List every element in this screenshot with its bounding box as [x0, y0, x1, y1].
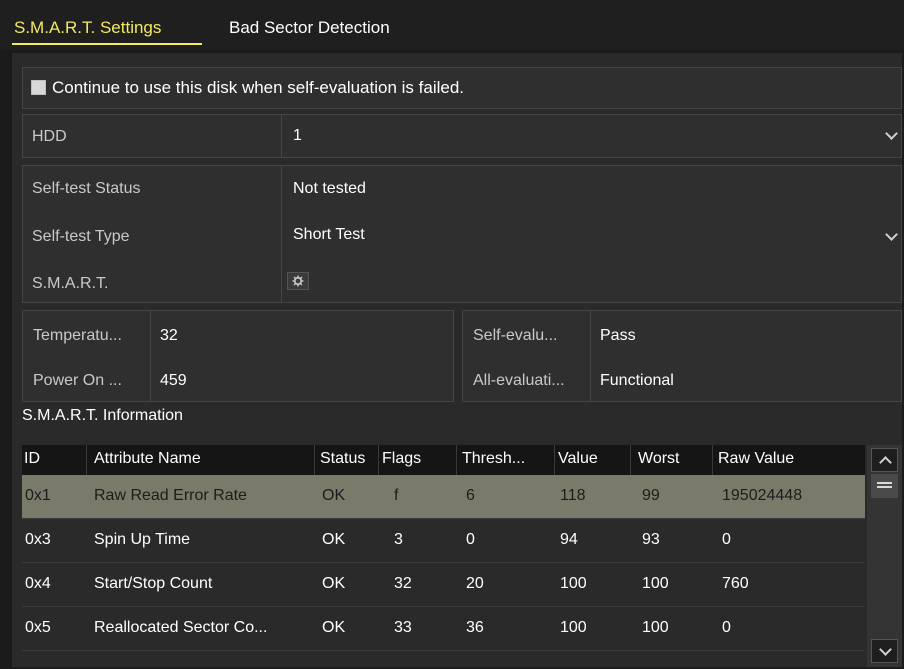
table-row[interactable]: 0x4 Start/Stop Count OK 32 20 100 100 76… [22, 563, 865, 607]
self-test-type-label: Self-test Type [32, 228, 130, 245]
cell-attribute-name: Start/Stop Count [94, 575, 213, 592]
tab-bad-sector-detection[interactable]: Bad Sector Detection [229, 18, 390, 38]
status-block-right: Self-evalu... Pass All-evaluati... Funct… [462, 310, 902, 402]
cell-worst: 99 [642, 487, 660, 504]
cell-threshold: 6 [466, 487, 475, 504]
cell-id: 0x1 [25, 487, 51, 504]
cell-raw-value: 195024448 [722, 487, 803, 504]
cell-status: OK [322, 575, 346, 592]
cell-flags: 3 [394, 531, 403, 548]
power-on-value: 459 [160, 372, 187, 389]
tab-smart-settings[interactable]: S.M.A.R.T. Settings [14, 18, 161, 38]
cell-attribute-name: Spin Up Time [94, 531, 191, 548]
cell-flags: 32 [394, 575, 412, 592]
cell-worst: 100 [642, 575, 669, 592]
column-divider[interactable] [554, 445, 555, 475]
divider [281, 166, 282, 302]
self-test-block: Self-test Status Not tested Self-test Ty… [22, 165, 902, 303]
scroll-up-button[interactable] [871, 448, 898, 472]
scroll-down-button[interactable] [871, 639, 898, 663]
column-divider[interactable] [314, 445, 315, 475]
temperature-label: Temperatu... [33, 327, 122, 344]
column-header-status[interactable]: Status [320, 450, 365, 468]
self-test-status-value: Not tested [293, 180, 366, 197]
cell-attribute-name: Reallocated Sector Co... [94, 619, 268, 636]
cell-value: 94 [560, 531, 578, 548]
smart-information-title: S.M.A.R.T. Information [22, 407, 183, 424]
smart-label: S.M.A.R.T. [32, 275, 109, 292]
cell-threshold: 20 [466, 575, 484, 592]
divider [281, 115, 282, 157]
cell-flags: 33 [394, 619, 412, 636]
column-divider[interactable] [456, 445, 457, 475]
column-header-threshold[interactable]: Thresh... [462, 450, 525, 468]
cell-raw-value: 760 [722, 575, 749, 592]
hdd-row: HDD 1 [22, 114, 902, 158]
table-row[interactable]: 0x5 Reallocated Sector Co... OK 33 36 10… [22, 607, 865, 651]
self-test-status-label: Self-test Status [32, 180, 141, 197]
cell-threshold: 0 [466, 531, 475, 548]
status-block-left: Temperatu... 32 Power On ... 459 [22, 310, 454, 402]
chevron-down-icon[interactable] [885, 127, 898, 140]
column-divider[interactable] [630, 445, 631, 475]
chevron-up-icon [879, 456, 892, 469]
chevron-down-icon [879, 643, 892, 656]
cell-worst: 100 [642, 619, 669, 636]
hdd-label: HDD [32, 128, 67, 145]
cell-status: OK [322, 531, 346, 548]
smart-information-table: ID Attribute Name Status Flags Thresh...… [22, 445, 865, 667]
cell-id: 0x4 [25, 575, 51, 592]
self-evaluation-label: Self-evalu... [473, 327, 558, 344]
continue-checkbox[interactable] [31, 80, 46, 95]
table-row[interactable]: 0x3 Spin Up Time OK 3 0 94 93 0 [22, 519, 865, 563]
hdd-select[interactable]: 1 [293, 127, 302, 145]
divider [590, 311, 591, 401]
table-row[interactable]: 0x1 Raw Read Error Rate OK f 6 118 99 19… [22, 475, 865, 519]
cell-raw-value: 0 [722, 619, 731, 636]
chevron-down-icon[interactable] [885, 228, 898, 241]
cell-flags: f [394, 487, 399, 504]
column-header-attribute-name[interactable]: Attribute Name [94, 450, 201, 468]
cell-id: 0x5 [25, 619, 51, 636]
cell-status: OK [322, 487, 346, 504]
column-divider[interactable] [86, 445, 87, 475]
column-header-value[interactable]: Value [558, 450, 598, 468]
self-evaluation-value: Pass [600, 327, 636, 344]
column-header-id[interactable]: ID [24, 450, 40, 468]
cell-id: 0x3 [25, 531, 51, 548]
gear-icon [292, 275, 304, 287]
cell-value: 100 [560, 575, 587, 592]
divider [150, 311, 151, 401]
cell-status: OK [322, 619, 346, 636]
continue-option-row: Continue to use this disk when self-eval… [22, 67, 902, 109]
column-header-flags[interactable]: Flags [382, 450, 421, 468]
all-evaluation-label: All-evaluati... [473, 372, 565, 389]
column-divider[interactable] [378, 445, 379, 475]
all-evaluation-value: Functional [600, 372, 674, 389]
cell-worst: 93 [642, 531, 660, 548]
cell-raw-value: 0 [722, 531, 731, 548]
cell-value: 100 [560, 619, 587, 636]
continue-option-label: Continue to use this disk when self-eval… [52, 78, 465, 97]
tab-bar: S.M.A.R.T. Settings Bad Sector Detection [0, 0, 904, 50]
smart-test-button[interactable] [287, 272, 309, 290]
column-header-worst[interactable]: Worst [638, 450, 679, 468]
column-divider[interactable] [712, 445, 713, 475]
cell-threshold: 36 [466, 619, 484, 636]
cell-value: 118 [560, 487, 586, 504]
column-header-raw-value[interactable]: Raw Value [718, 450, 794, 468]
power-on-label: Power On ... [33, 372, 122, 389]
table-header: ID Attribute Name Status Flags Thresh...… [22, 445, 865, 476]
self-test-type-select[interactable]: Short Test [293, 226, 365, 244]
cell-attribute-name: Raw Read Error Rate [94, 487, 247, 504]
table-scrollbar[interactable] [867, 445, 902, 667]
temperature-value: 32 [160, 327, 178, 344]
scrollbar-thumb[interactable] [871, 474, 898, 498]
active-tab-indicator [12, 43, 202, 45]
